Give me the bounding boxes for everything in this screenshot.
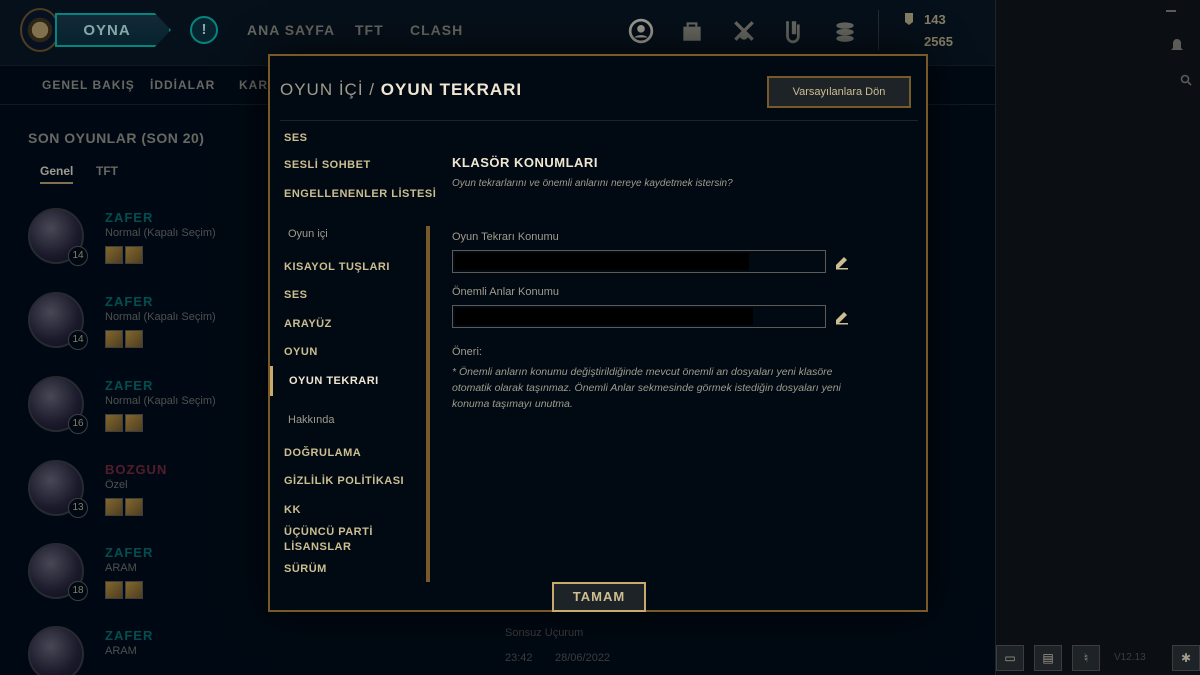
menu-item-version[interactable]: SÜRÜM [284,563,327,575]
menu-item-block-list[interactable]: ENGELLENENLER LİSTESİ [284,188,436,200]
redacted-path [455,253,749,270]
search-icon[interactable] [1180,74,1192,86]
social-panel: V12.13 ▭ ▤ ♮ ✱ [995,0,1200,675]
menu-item-privacy[interactable]: GİZLİLİK POLİTİKASI [284,475,404,487]
menu-group-ingame: Oyun içi [288,228,328,240]
menu-item-interface[interactable]: ARAYÜZ [284,318,332,330]
menu-item-tos[interactable]: KK [284,504,301,516]
settings-gear-icon[interactable]: ✱ [1172,645,1200,671]
chat-icon[interactable]: ▭ [996,645,1024,671]
menu-item-sound[interactable]: SES [284,289,308,301]
missions-icon[interactable]: ▤ [1034,645,1062,671]
modal-breadcrumb: OYUN İÇİ / OYUN TEKRARI [280,80,522,100]
highlights-path-label: Önemli Anlar Konumu [452,286,559,298]
edit-replay-path-icon[interactable] [833,253,851,271]
ok-button[interactable]: TAMAM [552,582,646,612]
redacted-path [455,308,753,325]
bell-icon[interactable] [1170,38,1184,54]
settings-modal: OYUN İÇİ / OYUN TEKRARI Varsayılanlara D… [268,54,928,612]
version-label: V12.13 [1114,652,1146,663]
modal-divider [280,120,918,121]
note-label: Öneri: [452,346,482,358]
menu-group-about: Hakkında [288,414,335,426]
edit-highlights-path-icon[interactable] [833,308,851,326]
menu-item-third-party[interactable]: ÜÇÜNCÜ PARTİ LİSANSLAR [284,525,394,555]
menu-item-hotkeys[interactable]: KISAYOL TUŞLARI [284,261,390,273]
mic-icon[interactable]: ♮ [1072,645,1100,671]
menu-active-indicator [270,366,273,396]
restore-defaults-button[interactable]: Varsayılanlara Dön [767,76,911,108]
menu-item-voice-chat[interactable]: SESLİ SOHBET [284,159,371,171]
menu-item-replays[interactable]: OYUN TEKRARI [289,375,379,387]
section-title: KLASÖR KONUMLARI [452,155,598,170]
minimize-icon[interactable] [1164,4,1178,18]
replay-path-input[interactable] [452,250,826,273]
highlights-path-input[interactable] [452,305,826,328]
replay-path-label: Oyun Tekrarı Konumu [452,231,559,243]
breadcrumb-parent: OYUN İÇİ [280,80,364,99]
menu-item-ses-client[interactable]: SES [284,132,308,144]
menu-scrollbar-thumb[interactable] [426,226,430,582]
breadcrumb-separator: / [369,80,376,99]
menu-item-verification[interactable]: DOĞRULAMA [284,447,361,459]
section-description: Oyun tekrarlarını ve önemli anlarını ner… [452,178,733,189]
breadcrumb-current: OYUN TEKRARI [380,80,523,99]
note-text: * Önemli anların konumu değiştirildiğind… [452,366,841,410]
menu-item-game[interactable]: OYUN [284,346,318,358]
